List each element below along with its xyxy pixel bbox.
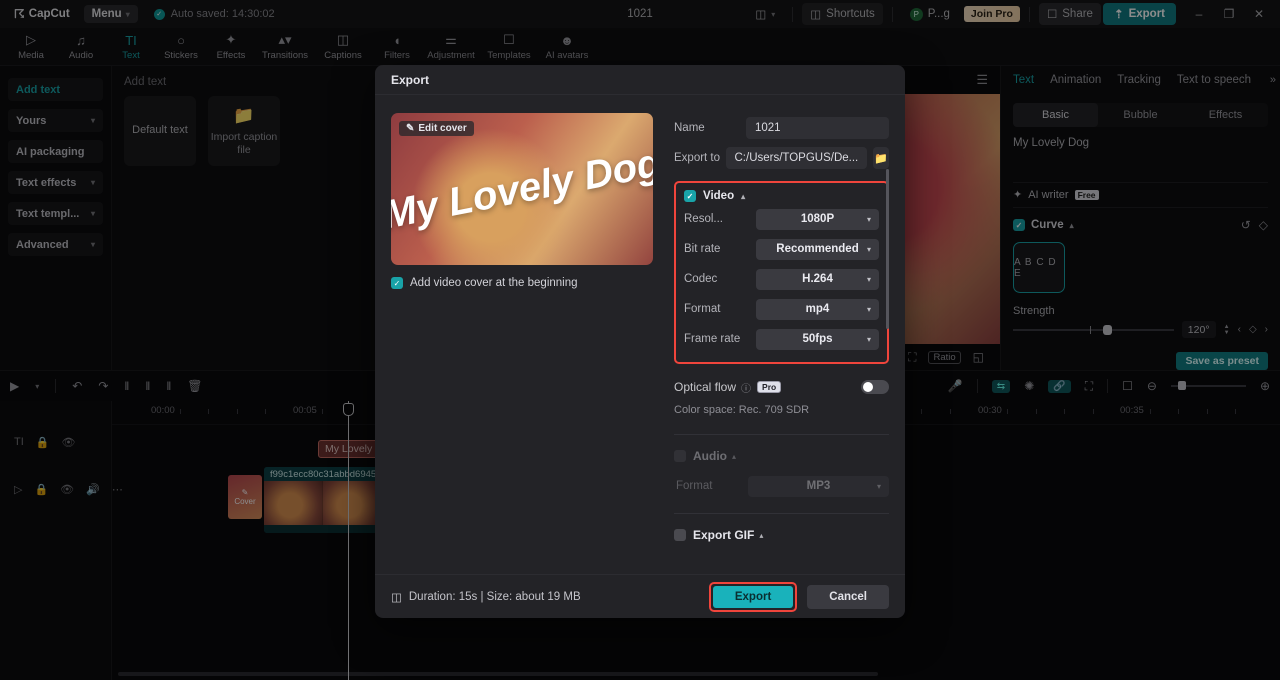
browse-folder-button[interactable]: 📁 [873,147,889,169]
folder-icon: 📁 [874,152,888,165]
bitrate-select[interactable]: Recommended ▾ [756,238,879,260]
duration-text: Duration: 15s | Size: about 19 MB [408,590,581,603]
audio-format-label: Format [676,480,713,492]
name-row: Name 1021 [674,113,889,143]
pencil-icon: ✎ [406,123,415,134]
export-confirm-button[interactable]: Export [712,585,794,608]
video-section-label: Video [703,190,735,202]
framerate-select[interactable]: 50fps ▾ [756,328,879,350]
pro-badge: Pro [757,381,782,393]
framerate-value: 50fps [802,333,833,345]
audio-section-header[interactable]: Audio ▴ [674,443,889,469]
chevron-down-icon: ▾ [866,334,871,344]
video-section-header[interactable]: ✓ Video ▴ [684,190,879,202]
export-dialog-body: My Lovely Dog ✎ Edit cover ✓ Add video c… [375,95,905,574]
cancel-button[interactable]: Cancel [807,584,889,609]
add-cover-label: Add video cover at the beginning [410,277,578,289]
audio-section-label: Audio [693,449,727,463]
export-gif-checkbox[interactable] [674,529,686,541]
audio-format-select[interactable]: MP3 ▾ [748,475,889,497]
cover-section: My Lovely Dog ✎ Edit cover ✓ Add video c… [391,113,666,574]
format-value: mp4 [805,303,830,315]
export-settings-section: Name 1021 Export to C:/Users/TOPGUS/De..… [666,113,889,574]
codec-value: H.264 [802,273,833,285]
add-cover-checkbox[interactable]: ✓ [391,277,403,289]
duration-info: ◫ Duration: 15s | Size: about 19 MB [391,590,581,604]
resolution-select[interactable]: 1080P ▾ [756,208,879,230]
toggle-knob [863,382,873,392]
export-gif-header[interactable]: Export GIF ▴ [674,522,889,548]
edit-cover-button[interactable]: ✎ Edit cover [399,121,474,136]
framerate-label: Frame rate [684,333,741,345]
export-dialog-title: Export [375,65,905,95]
optical-flow-toggle[interactable] [861,380,889,394]
export-gif-label: Export GIF [693,528,755,542]
bitrate-label: Bit rate [684,243,721,255]
chevron-up-icon: ▴ [732,451,737,461]
bitrate-value: Recommended [776,243,859,255]
audio-checkbox[interactable] [674,450,686,462]
chevron-down-icon: ▾ [866,244,871,254]
name-label: Name [674,122,705,134]
settings-scrollbar[interactable] [886,169,889,329]
optical-flow-label: Optical flow [674,380,737,394]
codec-select[interactable]: H.264 ▾ [756,268,879,290]
format-label: Format [684,303,721,315]
divider [674,513,889,514]
video-settings-highlight: ✓ Video ▴ Resol... 1080P ▾ Bit rate Reco… [674,181,889,364]
export-to-label: Export to [674,152,721,164]
film-icon: ◫ [391,591,402,604]
add-cover-row[interactable]: ✓ Add video cover at the beginning [391,277,666,289]
codec-label: Codec [684,273,718,285]
format-select[interactable]: mp4 ▾ [756,298,879,320]
resolution-row: Resol... 1080P ▾ [684,206,879,232]
audio-format-row: Format MP3 ▾ [674,473,889,499]
chevron-down-icon: ▾ [866,214,871,224]
export-dialog: Export My Lovely Dog ✎ Edit cover ✓ Add … [375,65,905,618]
codec-row: Codec H.264 ▾ [684,266,879,292]
export-to-row: Export to C:/Users/TOPGUS/De... 📁 [674,143,889,173]
cover-preview[interactable]: My Lovely Dog ✎ Edit cover [391,113,653,265]
divider [674,434,889,435]
edit-cover-label: Edit cover [418,123,467,134]
video-checkbox[interactable]: ✓ [684,190,696,202]
resolution-label: Resol... [684,213,723,225]
optical-flow-row: Optical flow ⓘ Pro [674,374,889,400]
bitrate-row: Bit rate Recommended ▾ [684,236,879,262]
footer-buttons: Export Cancel [708,581,889,612]
name-input[interactable]: 1021 [746,117,889,139]
info-icon[interactable]: ⓘ [741,380,751,395]
chevron-down-icon: ▾ [876,481,881,491]
chevron-down-icon: ▾ [866,304,871,314]
framerate-row: Frame rate 50fps ▾ [684,326,879,352]
export-button-highlight: Export [708,581,798,612]
format-row: Format mp4 ▾ [684,296,879,322]
export-path-input[interactable]: C:/Users/TOPGUS/De... [725,147,868,169]
chevron-up-icon: ▴ [759,530,764,540]
audio-format-value: MP3 [806,480,831,492]
chevron-up-icon: ▴ [741,191,746,201]
resolution-value: 1080P [800,213,835,225]
export-dialog-footer: ◫ Duration: 15s | Size: about 19 MB Expo… [375,574,905,618]
chevron-down-icon: ▾ [866,274,871,284]
color-space-label: Color space: Rec. 709 SDR [674,404,810,416]
